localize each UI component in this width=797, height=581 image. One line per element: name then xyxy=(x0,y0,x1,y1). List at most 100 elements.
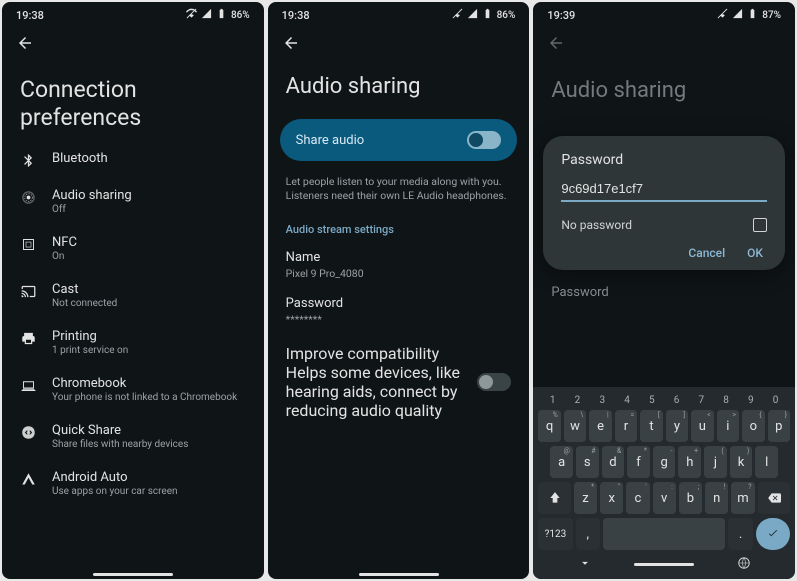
chromebook-icon xyxy=(20,376,36,393)
back-button[interactable] xyxy=(16,37,34,56)
nav-handle[interactable] xyxy=(93,573,173,576)
back-button[interactable] xyxy=(547,37,565,56)
setting-name[interactable]: Name Pixel 9 Pro_4080 xyxy=(268,242,530,288)
key-f[interactable]: f* xyxy=(627,446,650,478)
bluetooth-icon xyxy=(20,151,36,168)
share-audio-toggle[interactable] xyxy=(467,131,501,149)
label: Android Auto xyxy=(52,470,178,485)
item-cast[interactable]: CastNot connected xyxy=(2,272,264,319)
setting-compat[interactable]: Improve compatibility Helps some devices… xyxy=(268,334,530,430)
battery-text: 87% xyxy=(762,10,781,21)
signal-icon xyxy=(467,8,478,22)
android-auto-icon xyxy=(20,470,36,487)
battery-text: 86% xyxy=(231,10,250,21)
item-chromebook[interactable]: ChromebookYour phone is not linked to a … xyxy=(2,366,264,413)
key-o[interactable]: o{ xyxy=(742,410,764,442)
key-t[interactable]: t[ xyxy=(640,410,662,442)
label: Audio sharing xyxy=(52,188,132,203)
nav-handle-short[interactable] xyxy=(634,563,694,566)
desc: Helps some devices, like hearing aids, c… xyxy=(286,363,470,420)
item-audio-sharing[interactable]: Audio sharingOff xyxy=(2,178,264,225)
key-h[interactable]: h+ xyxy=(678,446,701,478)
label: Cast xyxy=(52,282,117,297)
sub: Use apps on your car screen xyxy=(52,486,178,497)
label: Password xyxy=(551,285,777,300)
key-backspace[interactable] xyxy=(758,482,791,514)
back-button[interactable] xyxy=(282,37,300,56)
dialog-title: Password xyxy=(561,152,767,168)
key-k[interactable]: k) xyxy=(730,446,753,478)
compat-toggle[interactable] xyxy=(477,373,511,391)
key-x[interactable]: x" xyxy=(600,482,623,514)
item-quick-share[interactable]: Quick ShareShare files with nearby devic… xyxy=(2,413,264,460)
key-j[interactable]: j( xyxy=(704,446,727,478)
label: Name xyxy=(286,250,512,265)
label: Password xyxy=(286,296,512,311)
key-n[interactable]: n! xyxy=(705,482,728,514)
item-nfc[interactable]: NFCOn xyxy=(2,225,264,272)
key-u[interactable]: u< xyxy=(691,410,713,442)
nav-handle[interactable] xyxy=(359,573,439,576)
share-audio-label: Share audio xyxy=(296,133,365,148)
label: Improve compatibility xyxy=(286,344,470,363)
item-bluetooth[interactable]: Bluetooth xyxy=(2,141,264,178)
cancel-button[interactable]: Cancel xyxy=(688,246,725,260)
key-y[interactable]: y] xyxy=(666,410,688,442)
audio-sharing-icon xyxy=(20,188,36,205)
password-input[interactable] xyxy=(561,178,767,202)
key-l[interactable]: l xyxy=(755,446,778,478)
key-g[interactable]: g- xyxy=(653,446,676,478)
status-bar: 19:38 86% xyxy=(2,2,264,24)
key-enter[interactable] xyxy=(756,518,790,550)
key-symbols[interactable]: ?123 xyxy=(538,518,572,550)
key-e[interactable]: e| xyxy=(589,410,611,442)
key-a[interactable]: a@ xyxy=(550,446,573,478)
key-period[interactable]: . xyxy=(728,518,752,550)
key-shift[interactable] xyxy=(538,482,571,514)
sub: Share files with nearby devices xyxy=(52,439,188,450)
nav-globe-icon[interactable] xyxy=(737,556,751,573)
wifi-off-icon xyxy=(717,8,728,22)
key-r[interactable]: r= xyxy=(615,410,637,442)
status-bar: 19:38 86% xyxy=(268,2,530,24)
battery-text: 86% xyxy=(497,10,516,21)
status-bar: 19:39 87% xyxy=(533,2,795,24)
label: Bluetooth xyxy=(52,151,108,166)
sub: 1 print service on xyxy=(52,345,128,356)
key-v[interactable]: v: xyxy=(653,482,676,514)
screen-connection-prefs: 19:38 86% Connection preferences Bluetoo… xyxy=(2,2,264,579)
no-password-checkbox[interactable] xyxy=(753,218,767,232)
value: ******** xyxy=(286,313,512,326)
battery-icon xyxy=(216,8,227,22)
key-comma[interactable]: , xyxy=(576,518,600,550)
key-d[interactable]: d& xyxy=(602,446,625,478)
key-b[interactable]: b; xyxy=(679,482,702,514)
key-s[interactable]: s# xyxy=(576,446,599,478)
setting-password-bg: Password xyxy=(533,277,795,308)
key-i[interactable]: i> xyxy=(717,410,739,442)
setting-password[interactable]: Password ******** xyxy=(268,288,530,334)
page-title: Connection preferences xyxy=(2,62,264,135)
key-w[interactable]: w\ xyxy=(564,410,586,442)
key-c[interactable]: c' xyxy=(626,482,649,514)
no-password-label: No password xyxy=(561,218,632,232)
value: Pixel 9 Pro_4080 xyxy=(286,267,512,280)
share-audio-toggle-row[interactable]: Share audio xyxy=(280,119,518,161)
key-space[interactable] xyxy=(603,518,725,550)
quick-share-icon xyxy=(20,423,36,440)
signal-icon xyxy=(201,8,212,22)
key-z[interactable]: z* xyxy=(574,482,597,514)
clock: 19:39 xyxy=(547,9,575,22)
key-p[interactable]: p} xyxy=(768,410,790,442)
ok-button[interactable]: OK xyxy=(747,246,763,260)
clock: 19:38 xyxy=(282,9,310,22)
cast-icon xyxy=(20,282,36,299)
key-q[interactable]: q% xyxy=(538,410,560,442)
key-m[interactable]: m? xyxy=(731,482,754,514)
preferences-list: Bluetooth Audio sharingOff NFCOn CastNot… xyxy=(2,135,264,513)
keyboard: 1234567890 q% w\ e| r= t[ y] u< i> o{ p}… xyxy=(533,387,795,579)
item-printing[interactable]: Printing1 print service on xyxy=(2,319,264,366)
nav-collapse-icon[interactable] xyxy=(578,556,592,573)
item-android-auto[interactable]: Android AutoUse apps on your car screen xyxy=(2,460,264,507)
print-icon xyxy=(20,329,36,346)
